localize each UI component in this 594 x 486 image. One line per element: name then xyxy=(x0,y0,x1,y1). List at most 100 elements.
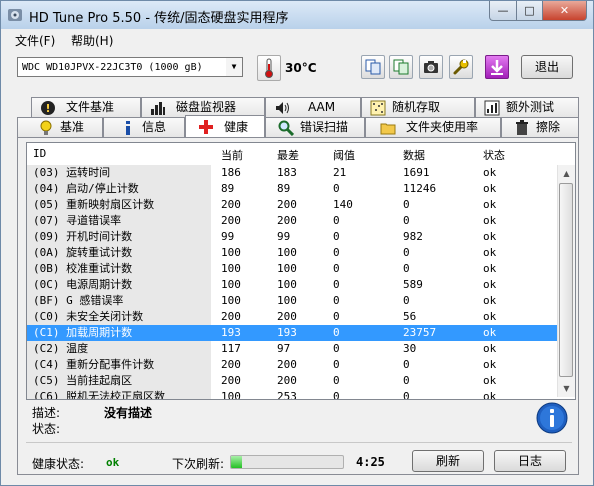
tab-health[interactable]: 健康 xyxy=(185,115,265,137)
header-id[interactable]: ID xyxy=(33,147,46,160)
table-row[interactable]: (0B) 校准重试计数 100 100 0 0 ok xyxy=(27,261,557,277)
scrollbar-thumb[interactable] xyxy=(559,183,573,377)
minimize-button[interactable]: — xyxy=(489,1,517,21)
smart-table[interactable]: ID 当前 最差 阈值 数据 状态 (03) 运转时间 186 183 21 1691 o… xyxy=(26,142,576,400)
thermometer-button[interactable] xyxy=(257,55,281,81)
copy-text-button[interactable] xyxy=(389,55,413,79)
cell-status: ok xyxy=(483,278,497,291)
title-bar[interactable]: HD Tune Pro 5.50 - 传统/固态硬盘实用程序 — □ ✕ xyxy=(1,1,593,29)
refresh-progress-fill xyxy=(231,456,243,468)
tab-disk-monitor[interactable]: 磁盘监视器 xyxy=(141,97,265,117)
cell-threshold: 0 xyxy=(333,374,340,387)
table-row[interactable]: (C1) 加载周期计数 193 193 0 23757 ok xyxy=(27,325,557,341)
tab-erase[interactable]: 擦除 xyxy=(501,117,579,137)
cell-worst: 97 xyxy=(277,342,291,355)
tab-extra-tests[interactable]: 额外测试 xyxy=(475,97,579,117)
table-row[interactable]: (05) 重新映射扇区计数 200 200 140 0 ok xyxy=(27,197,557,213)
tab-info[interactable]: 信息 xyxy=(103,117,185,137)
status-label: 状态: xyxy=(32,422,61,436)
cell-id: (BF) G 感错误率 xyxy=(27,293,211,309)
description-value: 没有描述 xyxy=(104,406,153,420)
tab-error-scan[interactable]: 错误扫描 xyxy=(265,117,365,137)
info-circle-icon[interactable] xyxy=(536,402,568,434)
cell-current: 100 xyxy=(221,294,241,307)
tab-benchmark[interactable]: 基准 xyxy=(17,117,103,137)
cell-id: (0B) 校准重试计数 xyxy=(27,261,211,277)
copy-green-icon xyxy=(393,59,409,75)
scroll-down-arrow-icon[interactable]: ▼ xyxy=(558,380,575,397)
cell-worst: 100 xyxy=(277,262,297,275)
tab-file-benchmark[interactable]: ! 文件基准 xyxy=(31,97,141,117)
table-row[interactable]: (09) 开机时间计数 99 99 0 982 ok xyxy=(27,229,557,245)
tab-random-access[interactable]: 随机存取 xyxy=(361,97,475,117)
cell-current: 100 xyxy=(221,246,241,259)
table-row[interactable]: (0A) 旋转重试计数 100 100 0 0 ok xyxy=(27,245,557,261)
cell-data: 0 xyxy=(403,262,410,275)
info-icon xyxy=(126,121,130,135)
header-current[interactable]: 当前 xyxy=(221,147,243,163)
cell-threshold: 0 xyxy=(333,358,340,371)
exit-button[interactable]: 退出 xyxy=(521,55,573,79)
options-button[interactable] xyxy=(449,55,473,79)
next-refresh-label: 下次刷新: xyxy=(172,457,225,471)
table-row[interactable]: (BF) G 感错误率 100 100 0 0 ok xyxy=(27,293,557,309)
cell-id: (C0) 未安全关闭计数 xyxy=(27,309,211,325)
table-row[interactable]: (C6) 脱机无法校正扇区数 100 253 0 0 ok xyxy=(27,389,557,400)
cell-threshold: 0 xyxy=(333,278,340,291)
cell-id: (C4) 重新分配事件计数 xyxy=(27,357,211,373)
table-row[interactable]: (C0) 未安全关闭计数 200 200 0 56 ok xyxy=(27,309,557,325)
save-button[interactable] xyxy=(485,55,509,79)
cell-current: 200 xyxy=(221,374,241,387)
table-row[interactable]: (C2) 温度 117 97 0 30 ok xyxy=(27,341,557,357)
tab-aam[interactable]: AAM xyxy=(265,97,361,117)
cell-current: 100 xyxy=(221,278,241,291)
cell-data: 56 xyxy=(403,310,417,323)
thermometer-icon xyxy=(265,58,273,78)
cell-data: 30 xyxy=(403,342,417,355)
table-scrollbar[interactable]: ▲ ▼ xyxy=(557,165,575,397)
cell-current: 89 xyxy=(221,182,235,195)
header-threshold[interactable]: 阈值 xyxy=(333,147,355,163)
table-row[interactable]: (03) 运转时间 186 183 21 1691 ok xyxy=(27,165,557,181)
cell-current: 200 xyxy=(221,198,241,211)
camera-icon xyxy=(424,61,438,73)
table-header: ID 当前 最差 阈值 数据 状态 xyxy=(27,143,575,165)
cell-data: 0 xyxy=(403,294,410,307)
cell-threshold: 0 xyxy=(333,262,340,275)
table-row[interactable]: (04) 启动/停止计数 89 89 0 11246 ok xyxy=(27,181,557,197)
copy-info-button[interactable] xyxy=(361,55,385,79)
table-row[interactable]: (C5) 当前挂起扇区 200 200 0 0 ok xyxy=(27,373,557,389)
cell-worst: 253 xyxy=(277,390,297,400)
maximize-button[interactable]: □ xyxy=(517,1,543,21)
cell-id: (C1) 加载周期计数 xyxy=(27,325,211,341)
log-button[interactable]: 日志 xyxy=(494,450,566,472)
scroll-up-arrow-icon[interactable]: ▲ xyxy=(558,165,575,182)
menu-file[interactable]: 文件(F) xyxy=(15,32,55,49)
table-row[interactable]: (07) 寻道错误率 200 200 0 0 ok xyxy=(27,213,557,229)
table-row[interactable]: (C4) 重新分配事件计数 200 200 0 0 ok xyxy=(27,357,557,373)
cell-worst: 100 xyxy=(277,246,297,259)
toolbar: WDC WD10JPVX-22JC3T0 (1000 gB) ▼ 30°C 退出 xyxy=(1,49,593,91)
screenshot-button[interactable] xyxy=(419,55,443,79)
cell-worst: 100 xyxy=(277,294,297,307)
close-button[interactable]: ✕ xyxy=(543,1,587,21)
cell-worst: 183 xyxy=(277,166,297,179)
cell-id: (05) 重新映射扇区计数 xyxy=(27,197,211,213)
refresh-button[interactable]: 刷新 xyxy=(412,450,484,472)
cell-current: 193 xyxy=(221,326,241,339)
folder-icon xyxy=(380,123,396,135)
cell-data: 0 xyxy=(403,198,410,211)
header-status[interactable]: 状态 xyxy=(483,147,505,163)
header-worst[interactable]: 最差 xyxy=(277,147,299,163)
cell-id: (0C) 电源周期计数 xyxy=(27,277,211,293)
tabs-bottom-row: 基准 信息 健康 错误扫描 文件夹使用率 擦除 xyxy=(17,115,579,137)
magnifier-icon xyxy=(278,120,294,136)
window-title: HD Tune Pro 5.50 - 传统/固态硬盘实用程序 xyxy=(29,11,289,26)
file-benchmark-icon: ! xyxy=(41,101,55,115)
drive-select[interactable]: WDC WD10JPVX-22JC3T0 (1000 gB) ▼ xyxy=(17,57,243,77)
header-data[interactable]: 数据 xyxy=(403,147,425,163)
cell-status: ok xyxy=(483,294,497,307)
menu-help[interactable]: 帮助(H) xyxy=(71,32,113,49)
tab-folder-usage[interactable]: 文件夹使用率 xyxy=(365,117,501,137)
table-row[interactable]: (0C) 电源周期计数 100 100 0 589 ok xyxy=(27,277,557,293)
